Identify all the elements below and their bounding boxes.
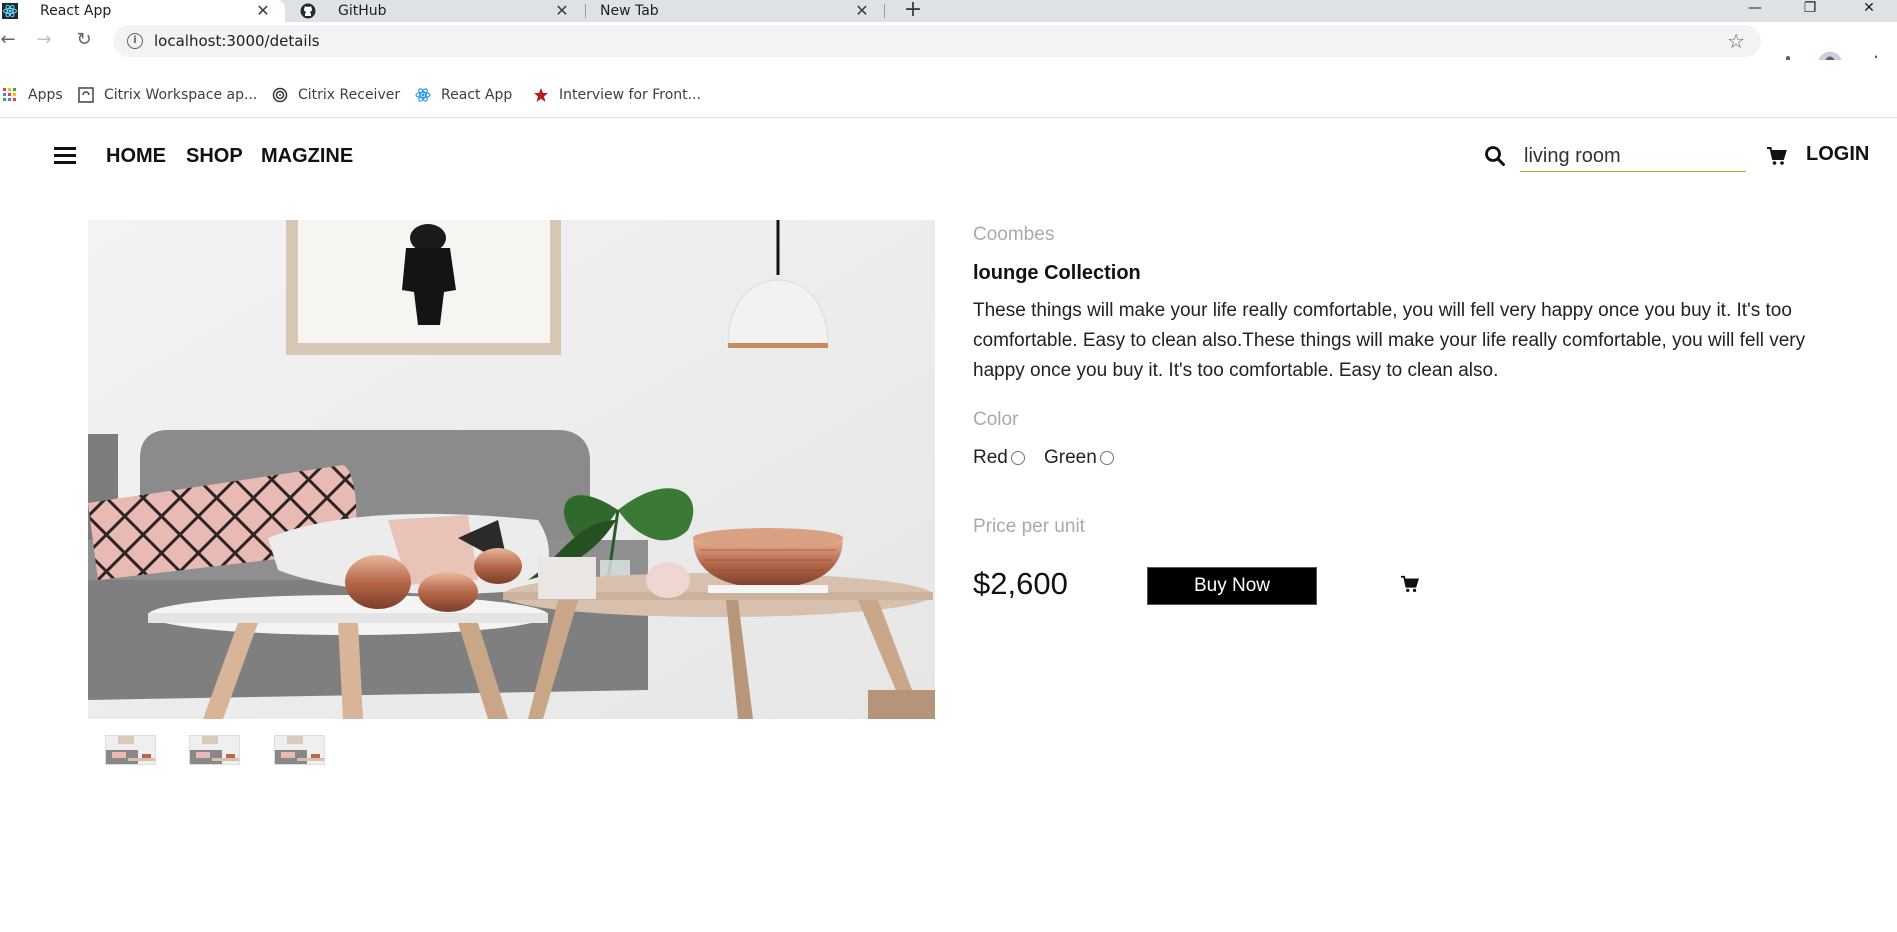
thumbnail-image	[190, 736, 239, 764]
nav-home[interactable]: HOME	[106, 145, 166, 168]
color-radio-red[interactable]	[1010, 451, 1025, 465]
bookmark-citrix-receiver[interactable]: Citrix Receiver	[272, 85, 400, 105]
close-icon[interactable]: ✕	[854, 3, 870, 19]
bookmark-citrix-workspace[interactable]: Citrix Workspace ap...	[78, 85, 257, 105]
apps-grid-icon	[3, 88, 16, 101]
tab-separator	[884, 4, 885, 18]
citrix-receiver-icon	[272, 87, 288, 103]
product-image	[88, 220, 935, 719]
product-brand: Coombes	[973, 224, 1055, 245]
tab-title: New Tab	[600, 3, 659, 19]
color-option-green[interactable]: Green	[1044, 447, 1114, 469]
react-icon	[2, 3, 18, 19]
url-text: localhost:3000/details	[154, 32, 320, 50]
login-link[interactable]: LOGIN	[1806, 143, 1869, 166]
buy-now-button[interactable]: Buy Now	[1147, 567, 1317, 605]
close-icon[interactable]: ✕	[554, 3, 570, 19]
product-price: $2,600	[973, 566, 1068, 601]
thumbnail-1[interactable]	[105, 735, 156, 765]
bookmark-label: Citrix Workspace ap...	[104, 87, 258, 103]
react-icon	[415, 88, 431, 102]
product-title: lounge Collection	[973, 262, 1141, 284]
minimize-button[interactable]: —	[1735, 0, 1775, 18]
hamburger-menu-icon[interactable]	[54, 147, 76, 165]
bookmark-react-app[interactable]: React App	[415, 85, 512, 105]
github-icon	[300, 3, 316, 19]
bookmark-label: Interview for Front...	[559, 87, 702, 103]
new-tab-button[interactable]: +	[903, 0, 923, 22]
price-label: Price per unit	[973, 516, 1085, 537]
back-button[interactable]: ←	[0, 30, 18, 50]
tab-separator	[585, 4, 586, 18]
restore-button[interactable]: ❐	[1790, 0, 1830, 18]
thumbnail-3[interactable]	[274, 735, 325, 765]
nav-shop[interactable]: SHOP	[186, 145, 243, 168]
thumbnail-2[interactable]	[189, 735, 240, 765]
add-to-cart-icon[interactable]	[1400, 574, 1420, 594]
thumbnail-image	[275, 736, 324, 764]
bookmark-interview[interactable]: Interview for Front...	[533, 85, 701, 105]
tab-new-tab[interactable]: New Tab ✕	[600, 0, 884, 22]
tab-title: GitHub	[338, 3, 387, 19]
thumbnail-image	[106, 736, 155, 764]
window-close-button[interactable]: ✕	[1849, 0, 1889, 18]
tab-github[interactable]: GitHub ✕	[300, 0, 584, 22]
bookmark-star-icon[interactable]: ☆	[1727, 29, 1745, 53]
search-icon[interactable]	[1484, 145, 1506, 167]
nav-magazine[interactable]: MAGZINE	[261, 145, 353, 168]
bookmarks-bar: Apps Citrix Workspace ap... Citrix Recei…	[0, 60, 1897, 118]
cart-icon[interactable]	[1766, 145, 1788, 167]
bookmark-label: React App	[441, 87, 513, 103]
living-room-illustration	[88, 220, 935, 719]
color-label: Color	[973, 409, 1019, 430]
browser-tab-strip: React App ✕ GitHub ✕ New Tab ✕ + — ❐ ✕	[0, 0, 1897, 22]
tab-react-app[interactable]: React App ✕	[0, 0, 285, 22]
bookmark-apps[interactable]: Apps	[2, 85, 63, 105]
color-option-label: Red	[973, 447, 1008, 468]
close-icon[interactable]: ✕	[255, 3, 271, 19]
citrix-workspace-icon	[78, 87, 94, 103]
search-input[interactable]	[1520, 142, 1746, 172]
address-bar[interactable]: i localhost:3000/details ☆	[113, 25, 1761, 57]
bookmark-label: Citrix Receiver	[298, 87, 401, 103]
star-bookmark-icon	[534, 88, 548, 102]
forward-button[interactable]: →	[34, 30, 54, 50]
browser-toolbar: ← → ↻ i localhost:3000/details ☆ ⋮	[0, 22, 1897, 76]
tab-title: React App	[40, 3, 112, 19]
info-icon[interactable]: i	[127, 33, 143, 49]
bookmark-label: Apps	[28, 87, 63, 103]
color-option-red[interactable]: Red	[973, 447, 1025, 469]
color-radio-green[interactable]	[1099, 451, 1114, 465]
reload-button[interactable]: ↻	[74, 30, 94, 50]
color-option-label: Green	[1044, 447, 1097, 468]
product-description: These things will make your life really …	[973, 300, 1806, 381]
